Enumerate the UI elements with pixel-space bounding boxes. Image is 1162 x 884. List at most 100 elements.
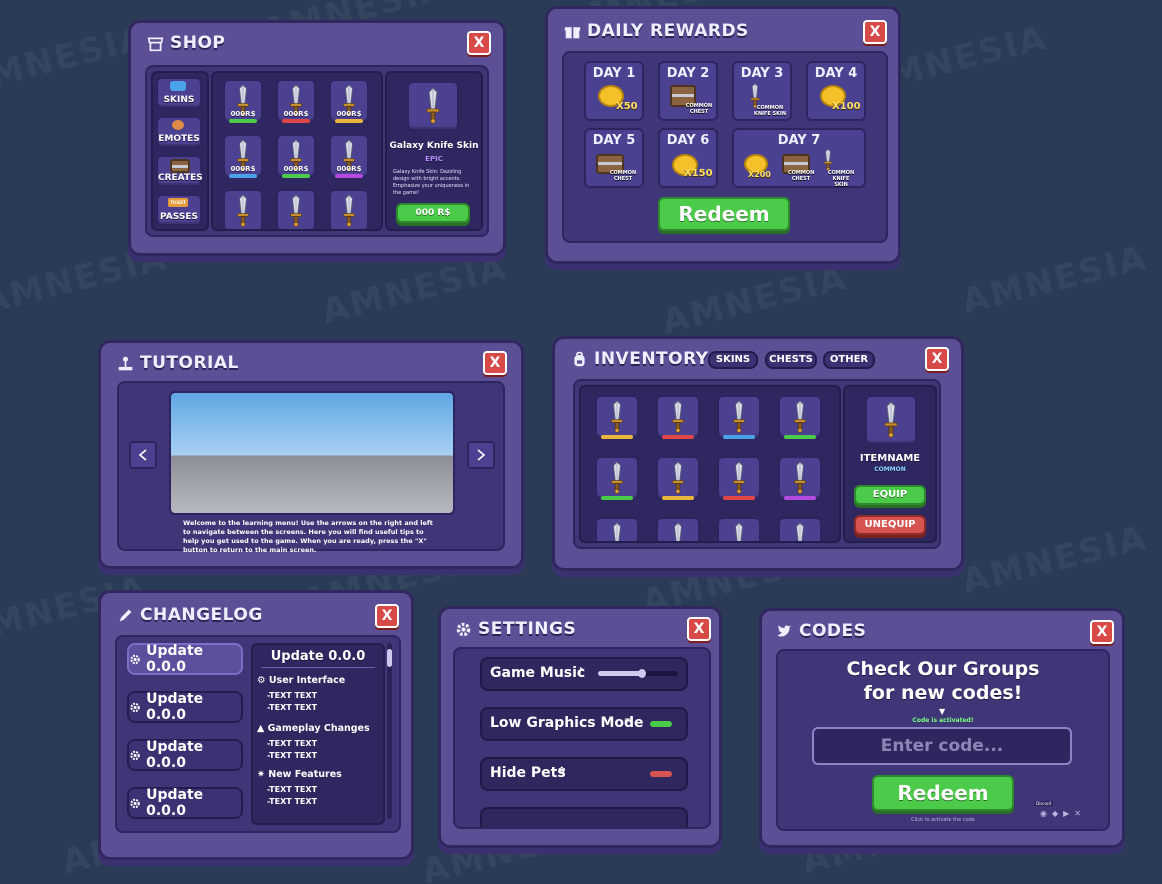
music-volume-slider[interactable] — [598, 669, 678, 678]
inventory-item-slot[interactable] — [717, 456, 761, 500]
shop-item-detail: Galaxy Knife Skin EPIC Galaxy Knife Skin… — [385, 71, 483, 231]
shop-item-slot[interactable] — [223, 189, 263, 229]
music-note-icon: ♪ — [577, 665, 585, 678]
shop-item-rarity: EPIC — [425, 155, 443, 163]
hide-pets-toggle[interactable] — [650, 771, 672, 777]
settings-title: SETTINGS — [455, 619, 576, 639]
shop-item-price: 000R$ — [230, 165, 256, 173]
shop-item-slot[interactable]: 000R$ — [276, 134, 316, 178]
inventory-item-grid — [579, 385, 841, 543]
daily-redeem-button[interactable]: Redeem — [658, 197, 790, 231]
gear-icon — [130, 750, 140, 760]
inventory-item-slot[interactable] — [595, 395, 639, 439]
inventory-item-slot[interactable] — [595, 517, 639, 541]
inventory-item-slot[interactable] — [717, 517, 761, 541]
day-2-card[interactable]: DAY 2 COMMON CHEST — [658, 61, 718, 121]
section-gameplay-changes: ▲ Gameplay Changes — [257, 723, 370, 734]
tutorial-close-button[interactable]: X — [483, 351, 507, 375]
equip-button[interactable]: EQUIP — [854, 485, 926, 505]
code-status: Code is activated! — [912, 717, 974, 724]
shop-item-slot[interactable]: 000R$ — [329, 79, 369, 123]
code-redeem-button[interactable]: Redeem — [872, 775, 1014, 811]
slider-knob[interactable] — [638, 669, 646, 678]
update-button[interactable]: Update 0.0.0 — [127, 643, 243, 675]
scrollbar-thumb[interactable] — [387, 649, 392, 667]
monitor-icon: ▭ — [624, 715, 634, 726]
code-input[interactable]: Enter code... — [812, 727, 1072, 765]
knife-icon — [672, 400, 684, 433]
inventory-item-slot[interactable] — [595, 456, 639, 500]
inventory-item-slot[interactable] — [656, 517, 700, 541]
roblox-icon[interactable]: ◆ — [1052, 809, 1058, 818]
day-3-card[interactable]: DAY 3 COMMON KNIFE SKIN — [732, 61, 792, 121]
tutorial-prev-button[interactable] — [129, 441, 157, 469]
social-tag: Discord — [1034, 801, 1054, 806]
rarity-bar — [282, 174, 310, 178]
shop-category-passes[interactable]: TICKET PASSES — [156, 194, 202, 226]
changelog-line: -TEXT TEXT — [267, 703, 318, 712]
day-label: DAY 6 — [666, 133, 710, 148]
inventory-item-slot[interactable] — [656, 395, 700, 439]
inventory-tab-chests[interactable]: CHESTS — [765, 351, 817, 369]
update-button[interactable]: Update 0.0.0 — [127, 691, 243, 723]
day-5-card[interactable]: DAY 5 COMMON CHEST — [584, 128, 644, 188]
inventory-item-slot[interactable] — [717, 395, 761, 439]
inventory-item-slot[interactable] — [778, 395, 822, 439]
sparkle-icon: ✷ — [257, 769, 265, 780]
day-7-card[interactable]: DAY 7 X200 COMMON CHEST COMMON KNIFE SKI… — [732, 128, 866, 188]
reward-label: COMMON CHEST — [685, 103, 713, 115]
gear-icon: ⚙ — [257, 675, 266, 686]
knife-icon — [733, 461, 745, 494]
gear-icon — [130, 702, 140, 712]
knife-icon — [733, 522, 745, 541]
inventory-item-slot[interactable] — [778, 517, 822, 541]
changelog-line: -TEXT TEXT — [267, 785, 318, 794]
slider-fill — [598, 671, 642, 676]
joystick-icon: ▲ — [257, 723, 265, 734]
reward-quantity: X200 — [748, 170, 771, 179]
shop-category-skins[interactable]: SKINS — [156, 77, 202, 109]
codes-close-button[interactable]: X — [1090, 620, 1114, 644]
settings-close-button[interactable]: X — [687, 617, 711, 641]
joystick-icon — [118, 356, 133, 370]
rarity-bar — [282, 119, 310, 123]
unequip-button[interactable]: UNEQUIP — [854, 515, 926, 535]
discord-icon[interactable]: ◉ — [1040, 809, 1047, 818]
shop-item-slot[interactable] — [276, 189, 316, 229]
update-button[interactable]: Update 0.0.0 — [127, 739, 243, 771]
settings-panel: SETTINGS X Game Music ♪ Low Graphics Mod… — [438, 606, 722, 848]
day-4-card[interactable]: DAY 4 X100 — [806, 61, 866, 121]
youtube-icon[interactable]: ▶ — [1063, 809, 1069, 818]
shop-item-slot[interactable]: 000R$ — [223, 134, 263, 178]
shop-item-slot[interactable]: 000R$ — [329, 134, 369, 178]
changelog-panel: CHANGELOG X Update 0.0.0 Update 0.0.0 Up… — [98, 590, 414, 860]
reward-label: COMMON CHEST — [609, 170, 637, 182]
x-icon[interactable]: ✕ — [1074, 809, 1081, 818]
inventory-tab-skins[interactable]: SKINS — [708, 351, 758, 369]
daily-content: DAY 1 X50 DAY 2 COMMON CHEST DAY 3 COMMO… — [562, 51, 888, 243]
pencil-icon — [119, 609, 132, 621]
day-1-card[interactable]: DAY 1 X50 — [584, 61, 644, 121]
knife-icon — [611, 461, 623, 494]
shop-close-button[interactable]: X — [467, 31, 491, 55]
tutorial-next-button[interactable] — [467, 441, 495, 469]
inventory-tab-other[interactable]: OTHER — [823, 351, 875, 369]
inventory-item-slot[interactable] — [656, 456, 700, 500]
shop-category-creates[interactable]: CREATES — [156, 155, 203, 187]
shop-item-slot[interactable]: 000R$ — [276, 79, 316, 123]
day-6-card[interactable]: DAY 6 X150 — [658, 128, 718, 188]
rarity-bar — [335, 229, 363, 231]
changelog-scrollbar[interactable] — [387, 643, 392, 819]
shop-category-emotes[interactable]: EMOTES — [156, 116, 202, 148]
changelog-line: -TEXT TEXT — [267, 691, 318, 700]
shop-item-slot[interactable] — [329, 189, 369, 231]
daily-close-button[interactable]: X — [863, 20, 887, 44]
inventory-close-button[interactable]: X — [925, 347, 949, 371]
low-graphics-toggle[interactable] — [650, 721, 672, 727]
shop-buy-button[interactable]: 000 R$ — [396, 203, 470, 223]
reward-quantity: X50 — [616, 101, 638, 112]
shop-item-slot[interactable]: 000R$ — [223, 79, 263, 123]
changelog-close-button[interactable]: X — [375, 604, 399, 628]
inventory-item-slot[interactable] — [778, 456, 822, 500]
update-button[interactable]: Update 0.0.0 — [127, 787, 243, 819]
